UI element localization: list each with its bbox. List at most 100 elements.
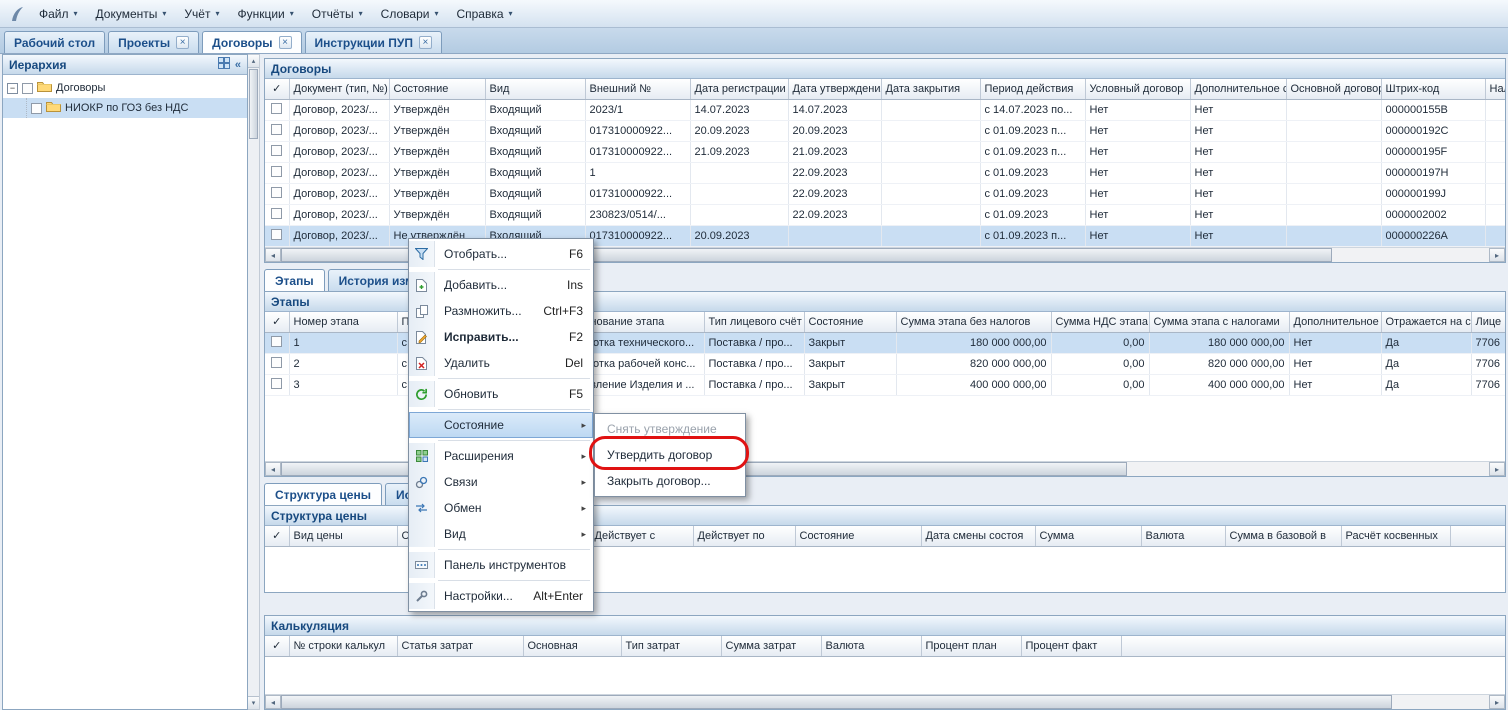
column-header[interactable]: Вид цены bbox=[289, 526, 397, 546]
scroll-left-icon[interactable]: ◂ bbox=[265, 248, 281, 262]
column-header[interactable]: Период действия bbox=[980, 79, 1085, 99]
menu-dictionaries[interactable]: Словари▾ bbox=[372, 2, 448, 26]
scrollbar-track[interactable] bbox=[281, 695, 1489, 709]
menu-item-toolbar[interactable]: Панель инструментов bbox=[409, 552, 593, 578]
column-header[interactable]: Тип лицевого счёт bbox=[704, 312, 804, 332]
menu-item-links[interactable]: Связи ▸ bbox=[409, 469, 593, 495]
column-header[interactable]: Сумма этапа с налогами bbox=[1149, 312, 1289, 332]
calculation-hscrollbar[interactable]: ◂ ▸ bbox=[265, 694, 1505, 709]
close-icon[interactable]: × bbox=[279, 36, 292, 49]
menu-help[interactable]: Справка▾ bbox=[447, 2, 521, 26]
tree-node-contracts[interactable]: − Договоры bbox=[3, 78, 247, 98]
column-header[interactable]: Отражается на су bbox=[1381, 312, 1471, 332]
column-header[interactable]: Состояние bbox=[795, 526, 921, 546]
menu-file[interactable]: Файл▾ bbox=[30, 2, 87, 26]
column-header[interactable]: Действует с bbox=[590, 526, 693, 546]
menu-item-duplicate[interactable]: Размножить... Ctrl+F3 bbox=[409, 298, 593, 324]
tab-instructions[interactable]: Инструкции ПУП× bbox=[305, 31, 442, 53]
scroll-left-icon[interactable]: ◂ bbox=[265, 695, 281, 709]
menu-item-exchange[interactable]: Обмен ▸ bbox=[409, 495, 593, 521]
row-checkbox[interactable] bbox=[271, 145, 282, 156]
column-header[interactable]: Вид bbox=[485, 79, 585, 99]
close-icon[interactable]: × bbox=[419, 36, 432, 49]
tab-projects[interactable]: Проекты× bbox=[108, 31, 199, 53]
row-checkbox[interactable] bbox=[271, 378, 282, 389]
column-header[interactable]: Валюта bbox=[1141, 526, 1225, 546]
column-header[interactable]: Валюта bbox=[821, 636, 921, 656]
column-header[interactable]: Нало bbox=[1485, 79, 1505, 99]
column-header[interactable]: Сумма этапа без налогов bbox=[896, 312, 1051, 332]
menu-item-delete[interactable]: Удалить Del bbox=[409, 350, 593, 376]
menu-item-settings[interactable]: Настройки... Alt+Enter bbox=[409, 583, 593, 609]
column-header[interactable]: Процент факт bbox=[1021, 636, 1121, 656]
select-all-header[interactable]: ✓ bbox=[265, 79, 289, 99]
column-header[interactable]: Номер этапа bbox=[289, 312, 397, 332]
column-header[interactable]: Тип затрат bbox=[621, 636, 721, 656]
submenu-item-close-contract[interactable]: Закрыть договор... bbox=[595, 468, 745, 494]
column-header[interactable]: Штрих-код bbox=[1381, 79, 1485, 99]
column-header[interactable]: Расчёт косвенных bbox=[1341, 526, 1450, 546]
column-header[interactable]: Документ (тип, №) bbox=[289, 79, 389, 99]
menu-reports[interactable]: Отчёты▾ bbox=[303, 2, 372, 26]
column-header[interactable]: Основной договор bbox=[1286, 79, 1381, 99]
select-all-header[interactable]: ✓ bbox=[265, 636, 289, 656]
row-checkbox[interactable] bbox=[271, 336, 282, 347]
tab-price-structure[interactable]: Структура цены bbox=[264, 483, 382, 505]
select-all-header[interactable]: ✓ bbox=[265, 526, 289, 546]
column-header[interactable]: Дополнительное с bbox=[1289, 312, 1381, 332]
contract-row[interactable]: Договор, 2023/...УтверждёнВходящий230823… bbox=[265, 204, 1505, 225]
column-header[interactable]: Внешний № bbox=[585, 79, 690, 99]
row-checkbox[interactable] bbox=[271, 124, 282, 135]
contract-row[interactable]: Договор, 2023/...УтверждёнВходящий017310… bbox=[265, 141, 1505, 162]
column-header[interactable]: Состояние bbox=[804, 312, 896, 332]
row-checkbox[interactable] bbox=[271, 166, 282, 177]
column-header[interactable]: Лице bbox=[1471, 312, 1505, 332]
hierarchy-scrollbar[interactable]: ▴ ▾ bbox=[248, 54, 260, 710]
tree-checkbox[interactable] bbox=[22, 83, 33, 94]
menu-functions[interactable]: Функции▾ bbox=[228, 2, 302, 26]
menu-item-state[interactable]: Состояние ▸ bbox=[409, 412, 593, 438]
menu-documents[interactable]: Документы▾ bbox=[87, 2, 176, 26]
scroll-right-icon[interactable]: ▸ bbox=[1489, 695, 1505, 709]
column-header[interactable]: Дата смены состоя bbox=[921, 526, 1035, 546]
tree-node-niokr[interactable]: НИОКР по ГОЗ без НДС bbox=[3, 98, 247, 118]
column-header[interactable]: Дата утверждения bbox=[788, 79, 881, 99]
submenu-item-approve-contract[interactable]: Утвердить договор bbox=[595, 442, 745, 468]
menu-accounting[interactable]: Учёт▾ bbox=[175, 2, 228, 26]
tree-expander-icon[interactable]: − bbox=[7, 83, 18, 94]
scroll-up-icon[interactable]: ▴ bbox=[248, 55, 259, 68]
menu-item-refresh[interactable]: Обновить F5 bbox=[409, 381, 593, 407]
column-header[interactable]: Дополнительное с bbox=[1190, 79, 1286, 99]
column-header[interactable]: Сумма НДС этапа bbox=[1051, 312, 1149, 332]
row-checkbox[interactable] bbox=[271, 357, 282, 368]
column-header[interactable]: Дата закрытия bbox=[881, 79, 980, 99]
menu-item-extensions[interactable]: Расширения ▸ bbox=[409, 443, 593, 469]
menu-item-edit[interactable]: Исправить... F2 bbox=[409, 324, 593, 350]
menu-item-view[interactable]: Вид ▸ bbox=[409, 521, 593, 547]
close-icon[interactable]: × bbox=[176, 36, 189, 49]
row-checkbox[interactable] bbox=[271, 229, 282, 240]
contract-row[interactable]: Договор, 2023/...УтверждёнВходящий2023/1… bbox=[265, 99, 1505, 120]
column-header[interactable]: Состояние bbox=[389, 79, 485, 99]
column-header[interactable]: Сумма затрат bbox=[721, 636, 821, 656]
column-header[interactable]: Дата регистрации bbox=[690, 79, 788, 99]
contract-row[interactable]: Договор, 2023/...УтверждёнВходящий017310… bbox=[265, 120, 1505, 141]
scrollbar-thumb[interactable] bbox=[281, 695, 1392, 709]
tree-checkbox[interactable] bbox=[31, 103, 42, 114]
scroll-right-icon[interactable]: ▸ bbox=[1489, 462, 1505, 476]
select-all-header[interactable]: ✓ bbox=[265, 312, 289, 332]
column-header[interactable]: Условный договор bbox=[1085, 79, 1190, 99]
scroll-down-icon[interactable]: ▾ bbox=[248, 696, 259, 709]
scroll-left-icon[interactable]: ◂ bbox=[265, 462, 281, 476]
column-header[interactable]: Сумма в базовой в bbox=[1225, 526, 1341, 546]
contract-row[interactable]: Договор, 2023/...УтверждёнВходящий122.09… bbox=[265, 162, 1505, 183]
column-header[interactable]: Основная bbox=[523, 636, 621, 656]
collapse-panel-icon[interactable]: « bbox=[235, 59, 241, 71]
row-checkbox[interactable] bbox=[271, 208, 282, 219]
row-checkbox[interactable] bbox=[271, 187, 282, 198]
tab-contracts[interactable]: Договоры× bbox=[202, 31, 301, 53]
menu-item-filter[interactable]: Отобрать... F6 bbox=[409, 241, 593, 267]
column-header[interactable]: Процент план bbox=[921, 636, 1021, 656]
column-header[interactable]: Сумма bbox=[1035, 526, 1141, 546]
scroll-right-icon[interactable]: ▸ bbox=[1489, 248, 1505, 262]
